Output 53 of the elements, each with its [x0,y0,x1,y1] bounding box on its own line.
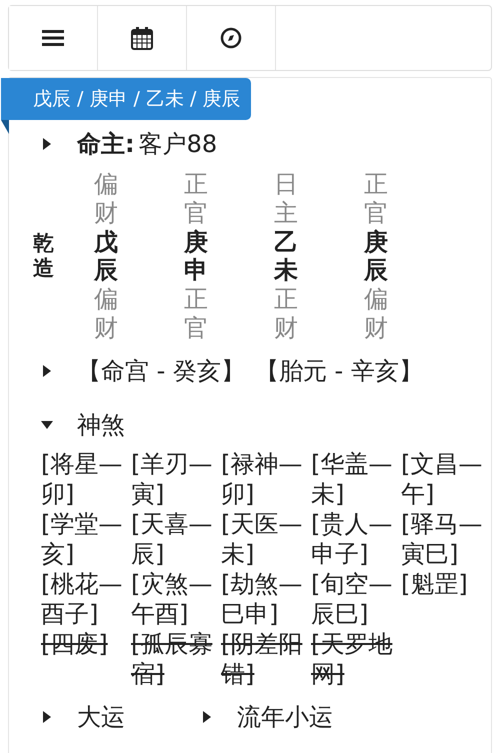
ten-god-label: 正官 [184,170,208,228]
shensha-item: [阴差阳错] [221,628,304,689]
heavenly-stem: 庚 [364,228,388,256]
hidden-god-label: 偏财 [364,285,388,343]
caret-right-icon [41,137,53,151]
shensha-item: [天喜—辰] [131,508,214,569]
menu-icon [42,29,64,47]
shensha-item: [羊刃—寅] [131,448,214,509]
compass-icon [220,27,242,49]
hidden-god-label: 正财 [274,285,298,343]
section-title: 神煞 [77,410,125,441]
section-title: 大运 [77,702,125,733]
calendar-icon [131,26,153,50]
gender-label: 乾造 [33,231,54,282]
shensha-item: [禄神—卯] [221,448,304,509]
owner-label: 命主: [77,129,135,160]
hidden-god-label: 偏财 [94,285,118,343]
toolbar-button[interactable] [9,6,98,70]
earthly-branch: 辰 [364,256,388,286]
shensha-item: [桃花—酉子] [41,568,124,629]
earthly-branch: 辰 [94,256,118,286]
hidden-god-label: 正官 [184,285,208,343]
ten-god-label: 偏财 [94,170,118,228]
pillars-ribbon: 戊辰 / 庚申 / 乙未 / 庚辰 [1,78,251,120]
shensha-item: [华盖—未] [311,448,394,509]
shensha-item: [旬空—辰巳] [311,568,394,629]
ribbon-fold-icon [1,120,9,134]
owner-name: 客户88 [138,129,218,160]
caret-right-icon [41,364,53,378]
shensha-item: [孤辰寡宿] [131,628,214,689]
palace-text: 【胎元 - 辛亥】 [254,356,423,387]
shensha-item: [学堂—亥] [41,508,124,569]
shensha-item: [天罗地网] [311,628,394,689]
earthly-branch: 未 [274,256,298,286]
shensha-item: [四废] [41,628,109,660]
shensha-item: [文昌—午] [401,448,484,509]
shensha-item: [天医—未] [221,508,304,569]
shensha-item: [劫煞—巳申] [221,568,304,629]
caret-right-icon [41,710,53,724]
ten-god-label: 日主 [274,170,298,228]
heavenly-stem: 戊 [94,228,118,256]
shensha-item: [魁罡] [401,568,469,600]
caret-right-icon [201,710,213,724]
shensha-item: [驿马—寅巳] [401,508,484,569]
earthly-branch: 申 [184,256,208,286]
palace-text: 【命宫 - 癸亥】 [77,356,245,387]
shensha-item: [灾煞—午酉] [131,568,214,629]
section-title: 流年小运 [237,702,333,733]
shensha-item: [将星—卯] [41,448,124,509]
shensha-item: [贵人—申子] [311,508,394,569]
ten-god-label: 正官 [364,170,388,228]
heavenly-stem: 庚 [184,228,208,256]
heavenly-stem: 乙 [274,228,298,256]
